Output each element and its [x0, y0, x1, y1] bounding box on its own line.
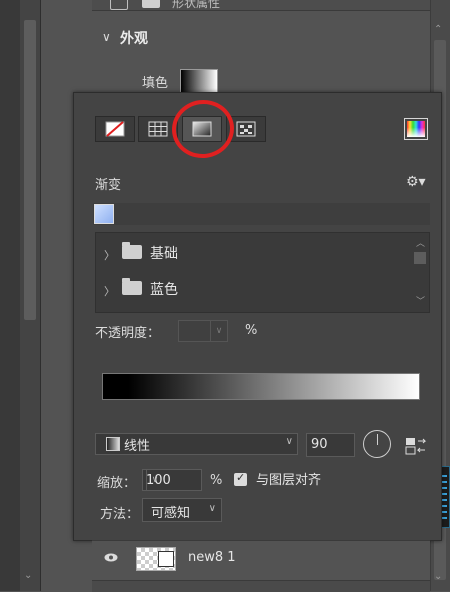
chevron-down-icon: ∨ [285, 436, 293, 447]
chevron-right-icon[interactable]: 〉 [104, 247, 115, 263]
check-icon: ✓ [236, 471, 246, 484]
linear-gradient-icon [106, 437, 120, 451]
left-scroll-down-icon[interactable]: ⌄ [24, 570, 32, 581]
shape-link-icon [158, 551, 174, 567]
scale-input[interactable]: 100 ∨ [142, 469, 202, 491]
right-scroll-up-icon[interactable]: ⌃ [434, 24, 442, 35]
eye-icon[interactable] [104, 553, 118, 562]
layer-name[interactable]: new8 1 [188, 550, 236, 565]
method-select[interactable]: 可感知 ∨ [142, 498, 222, 522]
gradient-title: 渐变 [95, 178, 122, 193]
list-scroll-down-icon[interactable]: ﹀ [416, 294, 425, 307]
list-scroll-up-icon[interactable]: ︿ [416, 236, 425, 249]
angle-value: 90 [311, 437, 328, 452]
recent-gradients-strip [93, 203, 430, 225]
angle-input[interactable]: 90 [306, 433, 355, 457]
method-label: 方法： [100, 507, 140, 522]
chevron-down-icon: ∨ [208, 503, 216, 514]
right-scroll-down-icon[interactable]: ⌄ [434, 571, 442, 582]
recent-gradient-swatch[interactable] [94, 204, 114, 224]
folder-list-scroll-thumb[interactable] [414, 252, 426, 264]
transform-icon [110, 0, 128, 10]
folder-icon [122, 278, 142, 295]
scale-label: 缩放： [97, 476, 137, 491]
grid-swatch-icon [148, 121, 168, 137]
gear-icon[interactable]: ⚙▾ [406, 174, 426, 190]
left-dark-strip [0, 0, 20, 591]
folder-item[interactable]: 〉 基础 [104, 237, 404, 273]
chevron-down-icon[interactable]: ∨ [146, 470, 163, 490]
opacity-unit: % [245, 323, 258, 338]
left-scrollbar-thumb[interactable] [24, 20, 36, 320]
chevron-down-icon[interactable]: ∨ [102, 30, 111, 44]
scale-unit: % [210, 473, 223, 488]
align-with-layer-label[interactable]: 与图层对齐 [256, 469, 321, 488]
chevron-down-icon[interactable]: ∨ [210, 321, 227, 341]
appearance-section-title[interactable]: 外观 [120, 28, 148, 48]
shape-properties-label: 形状属性 [172, 0, 221, 10]
color-picker-icon[interactable] [404, 118, 428, 140]
opacity-label: 不透明度： [95, 326, 161, 341]
gradient-folder-list: 〉 基础 〉 蓝色 [95, 232, 430, 313]
pattern-icon [236, 121, 256, 137]
gradient-preview-bar[interactable] [102, 373, 420, 400]
tab-no-fill[interactable] [95, 116, 135, 142]
folder-label: 蓝色 [150, 282, 178, 298]
shape-icon [142, 0, 160, 8]
angle-dial[interactable] [363, 430, 391, 458]
gradient-type-select[interactable]: 线性 ∨ [95, 433, 298, 455]
gradient-type-value: 线性 [124, 439, 151, 454]
align-with-layer-checkbox[interactable]: ✓ [234, 471, 247, 486]
fill-swatch[interactable] [180, 69, 218, 93]
chevron-right-icon[interactable]: 〉 [104, 283, 115, 299]
folder-icon [122, 242, 142, 259]
folder-item[interactable]: 〉 蓝色 [104, 273, 404, 309]
next-layer-row [92, 580, 430, 592]
fill-label: 填色 [142, 76, 169, 91]
reverse-gradient-icon[interactable] [405, 436, 427, 456]
folder-label: 基础 [150, 246, 178, 262]
method-value: 可感知 [151, 506, 191, 521]
no-color-icon [105, 121, 125, 137]
opacity-input[interactable]: ∨ [178, 320, 228, 342]
